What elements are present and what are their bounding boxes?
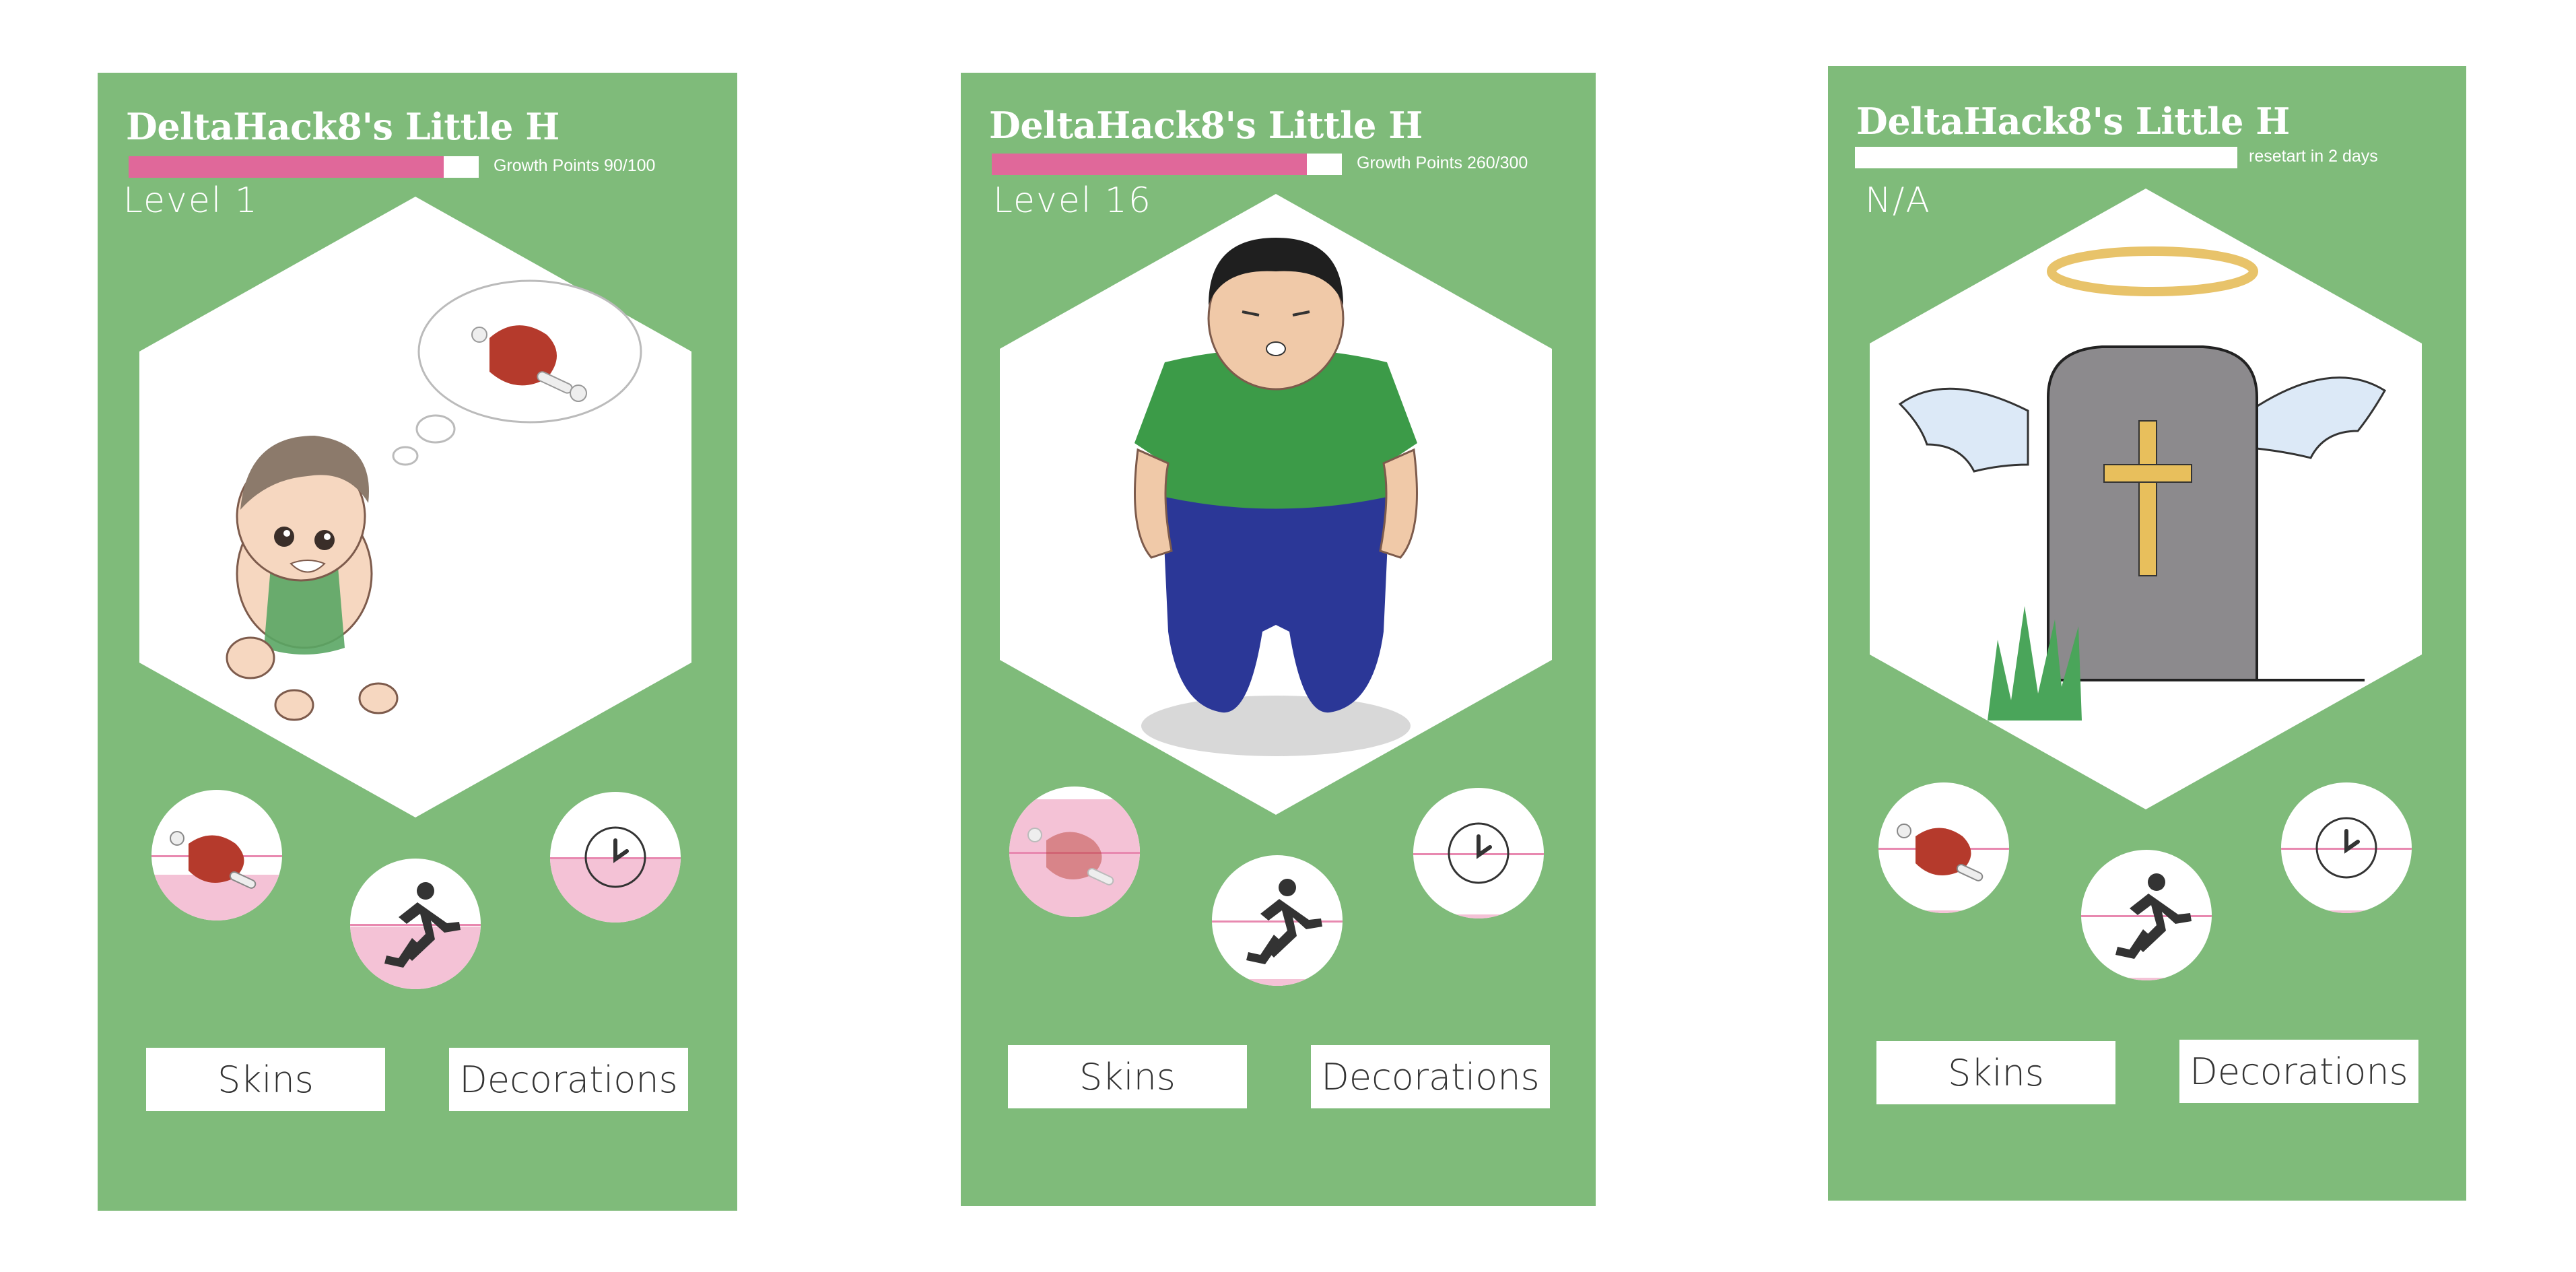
clock-icon <box>584 826 646 888</box>
food-meter-button[interactable] <box>1009 786 1140 917</box>
character-hexagon <box>1000 194 1552 815</box>
character-hexagon <box>1870 189 2422 809</box>
decorations-button[interactable]: Decorations <box>2179 1040 2418 1103</box>
baby-character <box>226 279 642 721</box>
exercise-meter-button[interactable] <box>350 859 481 989</box>
meat-icon <box>1897 824 1984 881</box>
time-meter-button[interactable] <box>1413 788 1544 918</box>
growth-points-label: Growth Points 90/100 <box>494 156 656 175</box>
running-person-icon <box>2115 873 2192 959</box>
running-person-icon <box>1246 879 1322 964</box>
clock-icon <box>2315 817 2377 879</box>
decorations-button[interactable]: Decorations <box>449 1048 688 1111</box>
tombstone-character <box>1898 246 2387 721</box>
growth-progress-bar <box>129 156 479 178</box>
restart-countdown-label: resetart in 2 days <box>2249 147 2378 166</box>
meat-icon <box>1027 828 1114 885</box>
app-title: DeltaHack8's Little H <box>1856 100 2290 143</box>
running-person-icon <box>384 882 461 968</box>
food-meter-button[interactable] <box>151 790 282 920</box>
phone-screen-level-1: DeltaHack8's Little H Growth Points 90/1… <box>98 73 737 1211</box>
exercise-meter-button[interactable] <box>1212 855 1343 986</box>
phone-screen-level-16: DeltaHack8's Little H Growth Points 260/… <box>961 73 1596 1206</box>
decorations-button[interactable]: Decorations <box>1311 1045 1550 1108</box>
growth-points-label: Growth Points 260/300 <box>1357 154 1528 172</box>
phone-screen-na: DeltaHack8's Little H resetart in 2 days… <box>1828 66 2466 1201</box>
growth-progress-fill <box>129 156 444 178</box>
skins-button[interactable]: Skins <box>1876 1041 2115 1104</box>
skins-button[interactable]: Skins <box>146 1048 385 1111</box>
overweight-man-character <box>1134 238 1418 756</box>
food-meter-button[interactable] <box>1878 782 2009 913</box>
skins-button[interactable]: Skins <box>1008 1045 1247 1108</box>
time-meter-button[interactable] <box>2281 782 2412 913</box>
app-title: DeltaHack8's Little H <box>126 105 560 148</box>
growth-progress-bar <box>992 154 1342 175</box>
character-hexagon <box>139 197 691 817</box>
meat-icon <box>170 831 257 889</box>
time-meter-button[interactable] <box>550 792 681 923</box>
exercise-meter-button[interactable] <box>2081 850 2212 980</box>
restart-progress-bar <box>1855 147 2237 168</box>
app-title: DeltaHack8's Little H <box>989 104 1423 147</box>
growth-progress-fill <box>992 154 1307 175</box>
clock-icon <box>1448 822 1510 884</box>
